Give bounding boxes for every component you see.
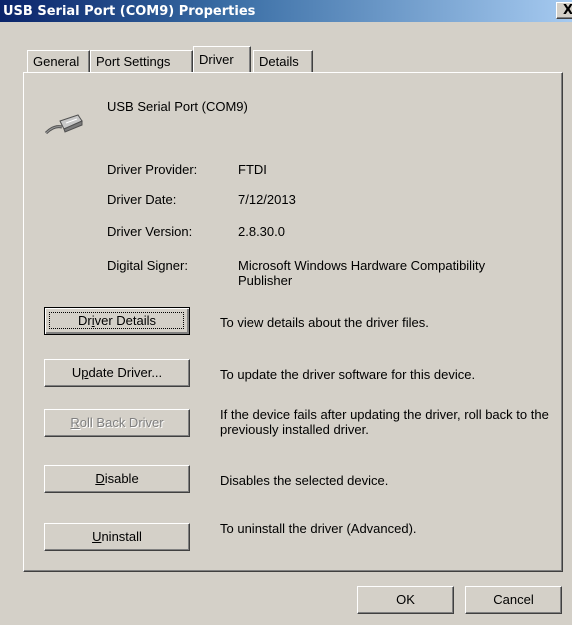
tab-details[interactable]: Details (253, 50, 313, 72)
usb-serial-cable-icon (44, 114, 83, 135)
button-label: Uninstall (92, 529, 142, 544)
driver-date-label: Driver Date: (107, 192, 177, 207)
focus-ring (49, 312, 184, 329)
button-label: OK (396, 592, 415, 607)
button-label: Disable (95, 471, 139, 486)
digital-signer-label: Digital Signer: (107, 258, 188, 273)
disable-description: Disables the selected device. (220, 473, 389, 488)
tab-label: Details (259, 54, 299, 69)
digital-signer-value: Microsoft Windows Hardware Compatibility… (238, 258, 486, 288)
button-label: Cancel (493, 592, 534, 607)
close-button[interactable]: X (556, 2, 572, 19)
close-icon: X (563, 3, 572, 18)
update-driver-button[interactable]: Update Driver... (44, 359, 190, 387)
roll-back-description: If the device fails after updating the d… (220, 407, 549, 437)
driver-tab-panel: USB Serial Port (COM9) Driver Provider: … (23, 72, 563, 572)
button-label: Roll Back Driver (70, 415, 164, 430)
update-driver-description: To update the driver software for this d… (220, 367, 476, 382)
device-name: USB Serial Port (COM9) (107, 99, 248, 114)
uninstall-description: To uninstall the driver (Advanced). (220, 521, 417, 536)
driver-provider-label: Driver Provider: (107, 162, 198, 177)
tab-label: Driver (199, 52, 234, 67)
roll-back-driver-button: Roll Back Driver (44, 409, 190, 437)
tab-port-settings[interactable]: Port Settings (90, 50, 193, 72)
tab-label: Port Settings (96, 54, 171, 69)
window-title: USB Serial Port (COM9) Properties (3, 4, 256, 19)
driver-provider-value: FTDI (238, 162, 267, 177)
tab-driver[interactable]: Driver (193, 46, 251, 72)
properties-dialog: USB Serial Port (COM9) Properties X Gene… (0, 0, 572, 625)
driver-details-button[interactable]: Driver Details (44, 307, 190, 335)
uninstall-button[interactable]: Uninstall (44, 523, 190, 551)
driver-details-description: To view details about the driver files. (220, 315, 429, 330)
button-label: Update Driver... (71, 365, 163, 380)
driver-version-value: 2.8.30.0 (238, 224, 285, 239)
ok-button[interactable]: OK (357, 586, 454, 614)
tab-label: General (33, 54, 80, 69)
title-bar[interactable]: USB Serial Port (COM9) Properties X (0, 0, 572, 22)
driver-date-value: 7/12/2013 (238, 192, 296, 207)
cancel-button[interactable]: Cancel (465, 586, 562, 614)
tab-general[interactable]: General (27, 50, 90, 72)
driver-version-label: Driver Version: (107, 224, 193, 239)
disable-button[interactable]: Disable (44, 465, 190, 493)
